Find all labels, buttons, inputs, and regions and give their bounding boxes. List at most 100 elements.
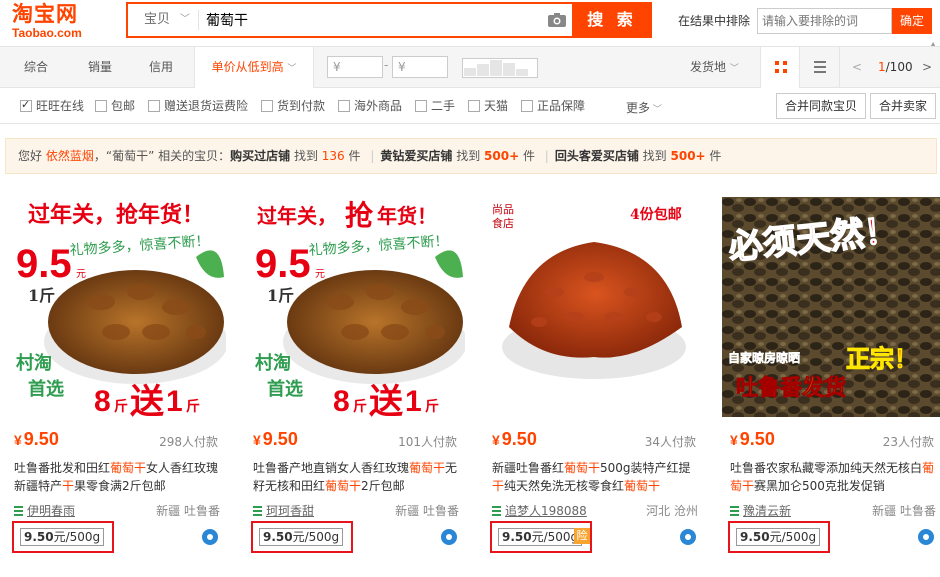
grid-view-icon <box>775 61 787 73</box>
checkbox[interactable] <box>415 100 427 112</box>
search-scope-label: 宝贝 <box>144 12 171 27</box>
title-highlight: 葡萄干 <box>110 461 147 475</box>
list-view-button[interactable] <box>800 47 840 87</box>
title-part: 吐鲁番农家私藏零添加纯天然无核白 <box>730 461 923 475</box>
product-title-link[interactable]: 吐鲁番农家私藏零添加纯天然无核白葡萄干赛黑加仑500克批发促销 <box>730 459 940 495</box>
filter-label: 正品保障 <box>537 99 586 113</box>
filter-cod[interactable]: 货到付款 <box>261 99 325 113</box>
ship-from-label: 发货地 <box>690 60 727 74</box>
img-jin-text: 1斤 <box>267 286 294 305</box>
price-min-input[interactable]: ¥ <box>327 56 383 78</box>
img-deal-unit2: 斤 <box>186 398 200 415</box>
img-deal-free: 1 <box>405 385 422 417</box>
img-corner2: 首选 <box>28 378 64 400</box>
list-view-icon <box>814 61 826 73</box>
camera-icon[interactable] <box>548 13 566 27</box>
checkbox[interactable] <box>521 100 533 112</box>
title-highlight: 干 <box>62 479 75 493</box>
notice-seg2-label[interactable]: 黄钻爱买店铺 <box>380 149 452 163</box>
taobao-logo[interactable]: 淘宝网 Taobao.com <box>12 2 112 42</box>
shop-link[interactable]: 伊明春雨 <box>14 502 75 519</box>
page-prev-button[interactable]: < <box>852 47 862 87</box>
product-title-link[interactable]: 吐鲁番产地直销女人香红玫瑰葡萄干无籽无核和田红葡萄干2斤包邮 <box>253 459 463 495</box>
notice-seg3-count: 500+ <box>670 149 706 163</box>
sort-tab-price-asc-label: 单价从低到高 <box>211 60 284 74</box>
notice-text: 找到 <box>290 149 322 163</box>
merge-same-items-button[interactable]: 合并同款宝贝 <box>776 93 867 119</box>
product-title-link[interactable]: 新疆吐鲁番红葡萄干500g装特产红提干纯天然免洗无核零食红葡萄干 <box>492 459 702 495</box>
currency-symbol: ¥ <box>14 432 22 448</box>
shop-link[interactable]: 追梦人198088 <box>492 502 587 519</box>
product-image[interactable]: 尚品 食店 4份包邮 <box>484 197 704 417</box>
search-input[interactable] <box>206 4 536 36</box>
filter-tmall[interactable]: 天猫 <box>468 99 508 113</box>
img-banner-text: 过年关，抢年货！ <box>28 202 204 228</box>
currency-symbol: ¥ <box>253 432 261 448</box>
img-banner-text: 过年关， <box>257 204 337 228</box>
title-part: 果零食满2斤包邮 <box>74 479 166 493</box>
checkbox[interactable] <box>148 100 160 112</box>
product-location: 河北 沧州 <box>646 504 698 518</box>
product-image[interactable]: 过年关，抢年货！ 9.5 元 1斤 礼物多多，惊喜不断！ 村淘 首选 8 斤 送… <box>6 197 226 417</box>
notice-username[interactable]: 依然蓝烟 <box>46 149 94 163</box>
product-card[interactable]: 过年关，抢年货！ 9.5 元 1斤 礼物多多，惊喜不断！ 村淘 首选 8 斤 送… <box>4 197 228 563</box>
filter-overseas[interactable]: 海外商品 <box>338 99 402 113</box>
notice-seg3-label[interactable]: 回头客爱买店铺 <box>555 149 639 163</box>
filter-free-shipping[interactable]: 包邮 <box>95 99 135 113</box>
filter-genuine[interactable]: 正品保障 <box>521 99 585 113</box>
ship-from-dropdown[interactable]: 发货地 ﹀ <box>690 47 739 87</box>
merge-sellers-button[interactable]: 合并卖家 <box>870 93 937 119</box>
sort-tab-price-asc[interactable]: 单价从低到高 ﹀ <box>194 47 314 88</box>
product-sales-count: 101人付款 <box>398 435 457 449</box>
product-card[interactable]: 尚品 食店 4份包邮 ¥9.50 34人付款 新疆吐鲁番红葡萄干500g装特产红… <box>482 197 706 563</box>
sort-tab-sales[interactable]: 销量 <box>72 47 128 87</box>
price-value: 9.50 <box>739 429 775 449</box>
notice-seg1-label[interactable]: 购买过店铺 <box>230 149 290 163</box>
filter-return-insurance[interactable]: 赠送退货运费险 <box>148 99 248 113</box>
grid-view-button[interactable] <box>760 47 800 88</box>
notice-text: 找到 <box>638 149 671 163</box>
notice-text: 找到 <box>452 149 485 163</box>
exclude-confirm-button[interactable]: 确定 <box>892 8 932 34</box>
shop-link[interactable]: 珂珂香甜 <box>253 502 314 519</box>
title-highlight: 葡萄干 <box>409 461 446 475</box>
search-button[interactable]: 搜 索 <box>572 2 652 38</box>
page-next-button[interactable]: > <box>922 47 932 87</box>
wangwang-chat-icon[interactable] <box>441 529 457 545</box>
sort-tab-default[interactable]: 综合 <box>0 47 72 87</box>
product-price: ¥9.50 <box>492 429 537 450</box>
checkbox-checked[interactable] <box>20 98 32 112</box>
more-filters-button[interactable]: 更多 ﹀ <box>626 99 662 116</box>
price-max-input[interactable]: ¥ <box>392 56 448 78</box>
img-promo-unit: 元 <box>76 269 86 280</box>
wangwang-chat-icon[interactable] <box>202 529 218 545</box>
img-promo-unit: 元 <box>315 269 325 280</box>
wangwang-chat-icon[interactable] <box>918 529 934 545</box>
product-title-link[interactable]: 吐鲁番批发和田红葡萄干女人香红玫瑰新疆特产干果零食满2斤包邮 <box>14 459 224 495</box>
annotation-highlight-box <box>12 521 114 553</box>
product-sales-count: 23人付款 <box>882 435 934 449</box>
checkbox[interactable] <box>95 100 107 112</box>
product-location: 新疆 吐鲁番 <box>872 504 936 518</box>
shop-link[interactable]: 豫清云新 <box>730 502 791 519</box>
notice-seg2-count: 500+ <box>484 149 520 163</box>
product-image[interactable]: 必须天然！ 自家晾房晾晒 正宗！ 吐鲁番发货 <box>722 197 940 417</box>
wangwang-chat-icon[interactable] <box>680 529 696 545</box>
search-scope-select[interactable]: 宝贝 ﹀ <box>128 4 198 36</box>
notice-separator: | <box>544 149 549 163</box>
annotation-highlight-box <box>251 521 353 553</box>
product-card[interactable]: 必须天然！ 自家晾房晾晒 正宗！ 吐鲁番发货 ¥9.50 23人付款 吐鲁番农家… <box>720 197 940 563</box>
img-deal-num: 8 <box>94 385 111 417</box>
shop-icon <box>253 506 262 516</box>
price-distribution-bars-icon[interactable] <box>462 58 538 78</box>
exclude-input[interactable] <box>757 8 892 34</box>
sort-tab-credit[interactable]: 信用 <box>128 47 194 87</box>
checkbox[interactable] <box>261 100 273 112</box>
filter-secondhand[interactable]: 二手 <box>415 99 455 113</box>
filter-wangwang-online[interactable]: 旺旺在线 <box>20 98 84 113</box>
checkbox[interactable] <box>468 100 480 112</box>
checkbox[interactable] <box>338 100 350 112</box>
product-card[interactable]: 过年关， 抢 年货！ 9.5 元 1斤 礼物多多，惊喜不断！ 村淘 首选 8 斤… <box>243 197 467 563</box>
filter-label: 包邮 <box>111 99 136 113</box>
product-image[interactable]: 过年关， 抢 年货！ 9.5 元 1斤 礼物多多，惊喜不断！ 村淘 首选 8 斤… <box>245 197 465 417</box>
